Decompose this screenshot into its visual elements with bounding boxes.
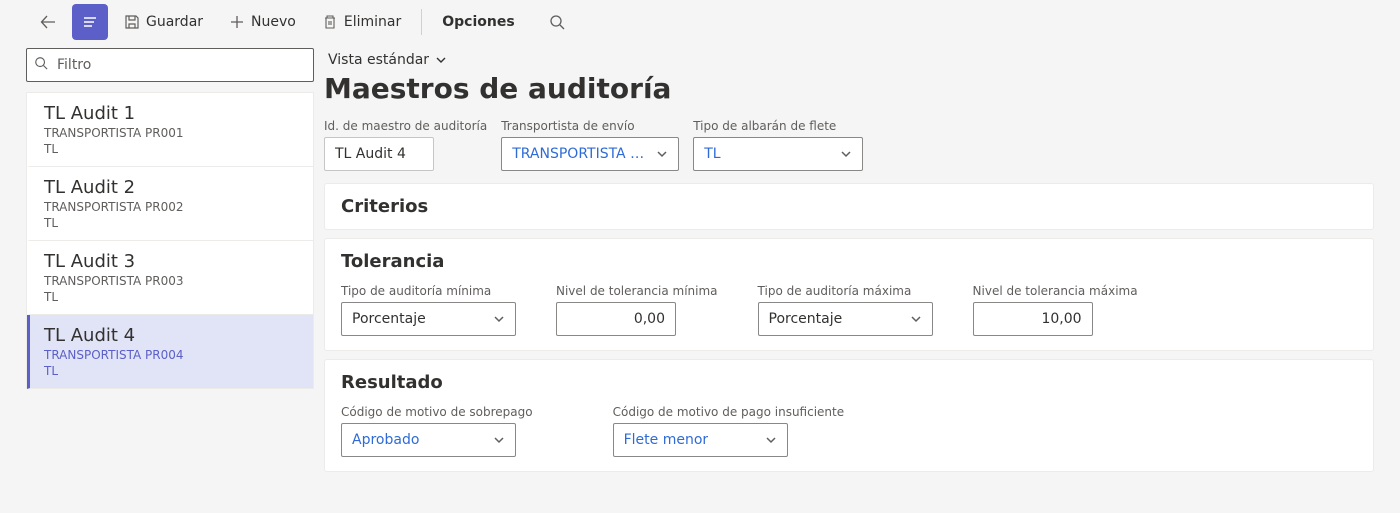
save-button[interactable]: Guardar: [114, 4, 213, 40]
max-tol-value: 10,00: [1041, 311, 1081, 327]
field-min-tol-level: Nivel de tolerancia mínima 0,00: [556, 284, 718, 336]
field-label: Código de motivo de sobrepago: [341, 405, 533, 419]
field-audit-id: Id. de maestro de auditoría TL Audit 4: [324, 119, 487, 171]
billtype-value: TL: [704, 146, 720, 162]
field-label: Transportista de envío: [501, 119, 679, 133]
field-label: Código de motivo de pago insuficiente: [613, 405, 845, 419]
field-billtype: Tipo de albarán de flete TL: [693, 119, 863, 171]
page-title: Maestros de auditoría: [324, 72, 1374, 105]
new-label: Nuevo: [251, 14, 296, 30]
field-label: Tipo de auditoría máxima: [758, 284, 933, 298]
underpay-value: Flete menor: [624, 432, 709, 448]
field-label: Tipo de albarán de flete: [693, 119, 863, 133]
detail-panel: Vista estándar Maestros de auditoría Id.…: [324, 44, 1374, 480]
overpay-select[interactable]: Aprobado: [341, 423, 516, 457]
panel-header[interactable]: Tolerancia: [325, 239, 1373, 284]
field-carrier: Transportista de envío TRANSPORTISTA PR.…: [501, 119, 679, 171]
new-button[interactable]: Nuevo: [219, 4, 306, 40]
list-item-type: TL: [44, 216, 299, 230]
save-label: Guardar: [146, 14, 203, 30]
command-bar: Guardar Nuevo Eliminar Opciones: [0, 0, 1400, 44]
panel-header[interactable]: Criterios: [325, 184, 1373, 229]
field-label: Nivel de tolerancia máxima: [973, 284, 1138, 298]
list-item-carrier: TRANSPORTISTA PR002: [44, 200, 299, 214]
list-item-type: TL: [44, 290, 299, 304]
field-overpay-code: Código de motivo de sobrepago Aprobado: [341, 405, 533, 457]
plus-icon: [229, 14, 245, 30]
field-max-audit-type: Tipo de auditoría máxima Porcentaje: [758, 284, 933, 336]
max-audit-type-select[interactable]: Porcentaje: [758, 302, 933, 336]
list-item-title: TL Audit 2: [44, 177, 299, 198]
chevron-down-icon: [493, 313, 505, 325]
filter-box: [26, 48, 314, 82]
options-label: Opciones: [442, 14, 514, 30]
panel-tolerancia: Tolerancia Tipo de auditoría mínima Porc…: [324, 238, 1374, 351]
search-icon: [34, 56, 48, 74]
search-icon: [549, 14, 565, 30]
save-icon: [124, 14, 140, 30]
field-underpay-code: Código de motivo de pago insuficiente Fl…: [613, 405, 845, 457]
view-selector[interactable]: Vista estándar: [324, 50, 451, 70]
list-item-title: TL Audit 4: [44, 325, 299, 346]
filter-input[interactable]: [26, 48, 314, 82]
search-button[interactable]: [539, 4, 575, 40]
view-label-text: Vista estándar: [328, 52, 429, 68]
panel-resultado: Resultado Código de motivo de sobrepago …: [324, 359, 1374, 472]
chevron-down-icon: [840, 148, 852, 160]
min-audit-type-select[interactable]: Porcentaje: [341, 302, 516, 336]
field-label: Tipo de auditoría mínima: [341, 284, 516, 298]
min-tol-value: 0,00: [634, 311, 665, 327]
carrier-input[interactable]: TRANSPORTISTA PR...: [501, 137, 679, 171]
list-item-carrier: TRANSPORTISTA PR003: [44, 274, 299, 288]
field-min-audit-type: Tipo de auditoría mínima Porcentaje: [341, 284, 516, 336]
list-item-carrier: TRANSPORTISTA PR004: [44, 348, 299, 362]
records-list: TL Audit 1 TRANSPORTISTA PR001 TL TL Aud…: [26, 92, 314, 389]
max-tol-input[interactable]: 10,00: [973, 302, 1093, 336]
list-item-type: TL: [44, 142, 299, 156]
field-label: Id. de maestro de auditoría: [324, 119, 487, 133]
carrier-value: TRANSPORTISTA PR...: [512, 146, 650, 162]
billtype-input[interactable]: TL: [693, 137, 863, 171]
panel-body: Código de motivo de sobrepago Aprobado C…: [325, 405, 1373, 471]
delete-label: Eliminar: [344, 14, 401, 30]
command-divider: [421, 9, 422, 35]
chevron-down-icon: [656, 148, 668, 160]
list-item-carrier: TRANSPORTISTA PR001: [44, 126, 299, 140]
trash-icon: [322, 14, 338, 30]
header-field-group: Id. de maestro de auditoría TL Audit 4 T…: [324, 119, 1374, 171]
audit-id-value: TL Audit 4: [335, 146, 406, 162]
list-item-title: TL Audit 1: [44, 103, 299, 124]
lines-icon: [82, 15, 98, 29]
min-tol-input[interactable]: 0,00: [556, 302, 676, 336]
panel-body: Tipo de auditoría mínima Porcentaje Nive…: [325, 284, 1373, 350]
list-item[interactable]: TL Audit 3 TRANSPORTISTA PR003 TL: [27, 241, 313, 315]
max-audit-type-value: Porcentaje: [769, 311, 843, 327]
list-item-title: TL Audit 3: [44, 251, 299, 272]
chevron-down-icon: [910, 313, 922, 325]
global-menu-button[interactable]: [72, 4, 108, 40]
panel-criterios: Criterios: [324, 183, 1374, 230]
underpay-select[interactable]: Flete menor: [613, 423, 788, 457]
panel-header[interactable]: Resultado: [325, 360, 1373, 405]
list-item[interactable]: TL Audit 4 TRANSPORTISTA PR004 TL: [27, 315, 313, 389]
overpay-value: Aprobado: [352, 432, 419, 448]
back-button[interactable]: [30, 4, 66, 40]
chevron-down-icon: [765, 434, 777, 446]
list-item[interactable]: TL Audit 1 TRANSPORTISTA PR001 TL: [27, 93, 313, 167]
chevron-down-icon: [435, 54, 447, 66]
list-panel: TL Audit 1 TRANSPORTISTA PR001 TL TL Aud…: [26, 44, 314, 389]
field-max-tol-level: Nivel de tolerancia máxima 10,00: [973, 284, 1138, 336]
chevron-down-icon: [493, 434, 505, 446]
delete-button[interactable]: Eliminar: [312, 4, 411, 40]
list-item-type: TL: [44, 364, 299, 378]
options-button[interactable]: Opciones: [432, 4, 524, 40]
field-label: Nivel de tolerancia mínima: [556, 284, 718, 298]
min-audit-type-value: Porcentaje: [352, 311, 426, 327]
list-item[interactable]: TL Audit 2 TRANSPORTISTA PR002 TL: [27, 167, 313, 241]
audit-id-input[interactable]: TL Audit 4: [324, 137, 434, 171]
arrow-left-icon: [40, 14, 56, 30]
